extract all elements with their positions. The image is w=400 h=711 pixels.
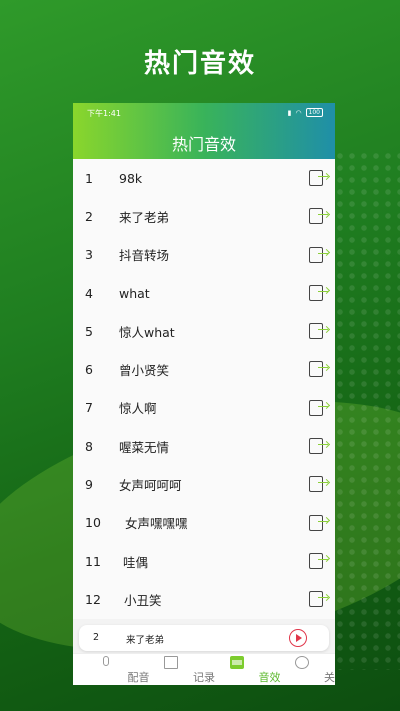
item-name: 女声嘿嘿嘿 [125, 516, 188, 532]
item-number: 12 [85, 591, 101, 607]
export-icon[interactable] [309, 323, 328, 340]
export-icon[interactable] [309, 361, 328, 378]
tab-label: 关于 [324, 671, 335, 684]
export-icon[interactable] [309, 399, 328, 416]
play-icon[interactable] [289, 629, 307, 647]
item-number: 6 [85, 362, 93, 378]
item-name: 喔菜无情 [119, 439, 170, 455]
app-title: 热门音效 [171, 135, 236, 154]
item-name: 曾小贤笑 [119, 363, 170, 379]
player-name: 来了老弟 [126, 635, 165, 646]
sound-list: 1 98k 2 来了老弟 3 抖音转场 4 what 5 惊人what 6 曾小… [73, 159, 335, 619]
export-icon[interactable] [309, 476, 328, 493]
bottom-tab-bar: 配音 记录 音效 关于 [73, 653, 335, 685]
export-icon[interactable] [309, 591, 328, 608]
player-number: 2 [93, 632, 100, 643]
phone-screen: 下午1:41 ▮ ◠ 100 热门音效 1 98k 2 来了老弟 3 抖音转场 … [73, 103, 335, 685]
item-number: 4 [85, 285, 93, 301]
list-item[interactable]: 4 what [73, 274, 335, 312]
promo-title: 热门音效 [143, 49, 256, 79]
item-number: 7 [85, 400, 93, 416]
list-item[interactable]: 3 抖音转场 [73, 236, 335, 274]
tab-records[interactable]: 记录 [139, 654, 215, 685]
item-name: 抖音转场 [119, 248, 170, 264]
film-icon [229, 656, 244, 669]
list-item[interactable]: 2 来了老弟 [73, 197, 335, 235]
item-name: 98k [119, 170, 143, 186]
battery-icon: 100 [305, 108, 323, 117]
item-name: what [119, 285, 150, 301]
list-item[interactable]: 8 喔菜无情 [73, 427, 335, 465]
item-name: 哇偶 [123, 554, 149, 570]
signal-icon: ▮ [287, 108, 292, 117]
export-icon[interactable] [309, 246, 328, 263]
tab-sound-effects[interactable]: 音效 [204, 654, 281, 685]
list-item[interactable]: 12 小丑笑 [73, 580, 335, 618]
app-header: 下午1:41 ▮ ◠ 100 热门音效 [73, 103, 335, 159]
item-number: 1 [85, 170, 93, 186]
list-item[interactable]: 1 98k [73, 159, 335, 197]
tab-dubbing[interactable]: 配音 [73, 654, 150, 685]
export-icon[interactable] [309, 208, 328, 225]
item-number: 10 [85, 515, 101, 531]
mic-icon [102, 656, 109, 666]
item-name: 惊人啊 [119, 401, 157, 417]
item-name: 女声呵呵呵 [119, 478, 182, 494]
wifi-icon: ◠ [295, 108, 302, 117]
item-name: 小丑笑 [124, 592, 162, 608]
item-name: 来了老弟 [119, 209, 170, 225]
item-number: 5 [85, 323, 93, 339]
item-number: 2 [85, 208, 93, 224]
list-item[interactable]: 11 哇偶 [73, 542, 335, 580]
item-name: 惊人what [119, 324, 175, 340]
list-item[interactable]: 10 女声嘿嘿嘿 [73, 504, 335, 542]
folder-icon [164, 656, 179, 669]
item-number: 11 [85, 553, 101, 569]
item-number: 3 [85, 247, 93, 263]
export-icon[interactable] [309, 438, 328, 455]
tab-about[interactable]: 关于 [270, 654, 335, 685]
user-icon [295, 656, 310, 669]
list-item[interactable]: 6 曾小贤笑 [73, 350, 335, 388]
item-number: 9 [85, 477, 93, 493]
list-item[interactable]: 7 惊人啊 [73, 389, 335, 427]
list-item[interactable]: 9 女声呵呵呵 [73, 465, 335, 503]
export-icon[interactable] [309, 170, 328, 186]
export-icon[interactable] [309, 552, 328, 569]
item-number: 8 [85, 438, 93, 454]
status-time: 下午1:41 [87, 109, 121, 118]
export-icon[interactable] [309, 514, 328, 531]
export-icon[interactable] [309, 284, 328, 301]
status-icons: ▮ ◠ 100 [288, 108, 323, 117]
list-item[interactable]: 5 惊人what [73, 312, 335, 350]
now-playing-bar[interactable]: 2 来了老弟 [79, 625, 329, 651]
